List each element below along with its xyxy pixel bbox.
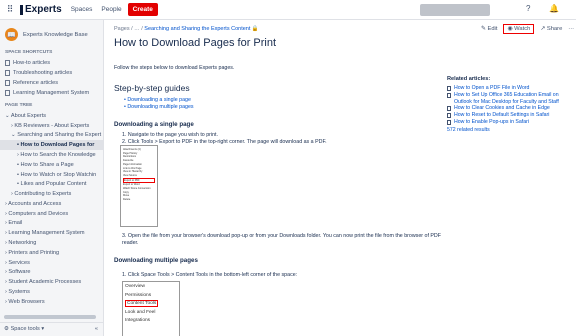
related-articles: Related articles: How to Open a PDF File…	[447, 76, 572, 133]
page-icon	[447, 106, 451, 112]
tree-item[interactable]: › Contributing to Experts	[0, 189, 103, 199]
space-sidebar: 📖 Experts Knowledge Base SPACE SHORTCUTS…	[0, 20, 104, 336]
space-tools-button[interactable]: ⚙ Space tools ▾	[4, 326, 44, 332]
tree-item[interactable]: › Printers and Printing	[0, 248, 103, 258]
space-avatar: 📖	[5, 28, 18, 41]
tree-item[interactable]: ⌄ Searching and Sharing the Expert	[0, 131, 103, 141]
document-icon	[5, 70, 10, 76]
breadcrumb-link[interactable]: Searching and Sharing the Experts Conten…	[144, 26, 250, 32]
page-icon	[447, 92, 451, 98]
single-step-1: 1. Navigate to the page you wish to prin…	[122, 132, 218, 138]
tree-item[interactable]: • Likes and Popular Content	[0, 179, 103, 189]
page-body: Follow the steps below to download Exper…	[114, 65, 434, 146]
related-link[interactable]: How to Clear Cookies and Cache in Edge	[447, 105, 572, 112]
page-tree-heading: PAGE TREE	[5, 103, 33, 108]
tree-item[interactable]: • How to Watch or Stop Watchin	[0, 170, 103, 180]
top-navigation-bar: ⠿ Experts Spaces People Create ? 🔔	[0, 0, 576, 20]
shortcuts-heading: SPACE SHORTCUTS	[5, 50, 53, 55]
tree-item[interactable]: › Web Browsers	[0, 297, 103, 307]
tree-item[interactable]: › Email	[0, 219, 103, 229]
tree-item[interactable]: • How to Share a Page	[0, 160, 103, 170]
document-icon	[5, 90, 10, 96]
tree-item[interactable]: › KB Reviewers - About Experts	[0, 121, 103, 131]
app-switcher-icon[interactable]: ⠿	[4, 4, 16, 15]
tree-item[interactable]: › Systems	[0, 287, 103, 297]
tools-menu-screenshot: Attachments (4) Page History Restrictions F…	[120, 145, 158, 227]
edit-button[interactable]: ✎ Edit	[481, 26, 497, 34]
tree-item[interactable]: › Computers and Devices	[0, 209, 103, 219]
share-button[interactable]: ↗ Share	[540, 26, 562, 34]
tree-item[interactable]: › Accounts and Access	[0, 199, 103, 209]
tree-item[interactable]: › Software	[0, 268, 103, 278]
related-results-link[interactable]: 572 related results	[447, 127, 572, 133]
related-link[interactable]: How to Open a PDF File in Word	[447, 85, 572, 92]
tree-item[interactable]: › Learning Management System	[0, 228, 103, 238]
shortcut-how-to[interactable]: How-to articles	[0, 58, 103, 68]
related-link[interactable]: How to Enable Pop-ups in Safari	[447, 119, 572, 126]
tree-item[interactable]: › Networking	[0, 238, 103, 248]
space-name[interactable]: Experts Knowledge Base	[23, 32, 88, 38]
create-button[interactable]: Create	[127, 3, 158, 16]
related-heading: Related articles:	[447, 76, 491, 82]
shortcut-lms[interactable]: Learning Management System	[0, 88, 103, 98]
page-icon	[447, 119, 451, 125]
experts-logo[interactable]: Experts	[20, 4, 62, 15]
guide-link-single[interactable]: • Downloading a single page	[124, 97, 434, 104]
document-icon	[5, 80, 10, 86]
more-actions-button[interactable]: ···	[568, 26, 574, 34]
main-content: Pages / … / Searching and Sharing the Ex…	[105, 20, 576, 336]
space-tools-menu-screenshot: Overview Permissions Content Tools Look and…	[122, 281, 180, 336]
people-link[interactable]: People	[101, 6, 121, 13]
related-link[interactable]: How to Reset to Default Settings in Safa…	[447, 112, 572, 119]
watch-button[interactable]: ◉ Watch	[503, 24, 535, 34]
spaces-menu[interactable]: Spaces	[71, 6, 93, 13]
collapse-sidebar-icon[interactable]: «	[95, 326, 98, 332]
page-title: How to Download Pages for Print	[114, 37, 277, 49]
help-icon[interactable]: ?	[526, 4, 530, 13]
guide-link-multiple[interactable]: • Downloading multiple pages	[124, 104, 434, 111]
tree-item[interactable]: ⌄ About Experts	[0, 111, 103, 121]
notification-icon[interactable]: 🔔	[549, 4, 559, 13]
shortcut-reference[interactable]: Reference articles	[0, 78, 103, 88]
sidebar-footer: ⚙ Space tools ▾ «	[0, 322, 103, 336]
page-icon	[447, 113, 451, 119]
tree-item[interactable]: › How to Search the Knowledge	[0, 150, 103, 160]
breadcrumb: Pages / … / Searching and Sharing the Ex…	[114, 26, 259, 32]
multi-step-1: 1. Click Space Tools > Content Tools in …	[122, 272, 298, 278]
single-heading: Downloading a single page	[114, 121, 194, 128]
space-header[interactable]: 📖 Experts Knowledge Base	[0, 20, 103, 47]
search-input[interactable]	[420, 4, 490, 16]
related-link[interactable]: How to Set Up Office 365 Education Email…	[447, 92, 572, 106]
guides-heading: Step-by-step guides	[114, 83, 190, 93]
tree-item[interactable]: › Services	[0, 258, 103, 268]
tree-item-current[interactable]: • How to Download Pages for	[0, 140, 103, 151]
document-icon	[5, 60, 10, 66]
page-actions: ✎ Edit ◉ Watch ↗ Share ···	[481, 24, 574, 34]
single-step-2: 2. Click Tools > Export to PDF in the to…	[122, 139, 327, 145]
horizontal-scrollbar[interactable]	[4, 315, 96, 319]
intro-text: Follow the steps below to download Exper…	[114, 65, 235, 71]
multi-heading: Downloading multiple pages	[114, 257, 198, 264]
page-icon	[447, 86, 451, 91]
single-step-3: 3. Open the file from your browser's dow…	[122, 233, 441, 246]
shortcut-troubleshooting[interactable]: Troubleshooting articles	[0, 68, 103, 78]
tree-item[interactable]: › Student Academic Processes	[0, 277, 103, 287]
